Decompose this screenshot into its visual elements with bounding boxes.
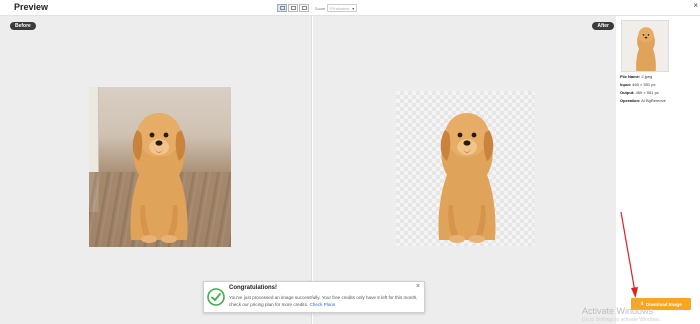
puppy-thumbnail <box>636 27 656 71</box>
preview-header: Preview Zoom Fit window ▾ × <box>0 0 700 16</box>
before-badge: Before <box>10 22 36 30</box>
file-name-row: File Name: 2.jpeg <box>620 73 666 81</box>
toast-close-icon[interactable]: × <box>416 283 420 290</box>
operation-row: Operation: AI BgRemove <box>620 97 666 105</box>
grid-icon <box>279 6 285 10</box>
file-details: File Name: 2.jpeg Input: 469 × 551 px Ou… <box>620 73 666 105</box>
close-icon[interactable]: × <box>693 1 698 10</box>
file-name-label: File Name: <box>620 74 641 79</box>
check-plans-link[interactable]: Check Plans <box>309 302 335 307</box>
input-row: Input: 469 × 551 px <box>620 81 666 89</box>
toast-title: Congratulations! <box>229 285 277 291</box>
zoom-value: Fit window <box>330 6 350 11</box>
zoom-label: Zoom <box>315 5 326 11</box>
original-image <box>89 87 231 247</box>
split-icon <box>290 6 296 10</box>
result-thumbnail[interactable] <box>621 20 669 72</box>
compare-view-button[interactable] <box>299 4 309 12</box>
puppy-cutout <box>438 113 496 243</box>
activate-windows-watermark: Activate Windows <box>582 306 654 316</box>
annotation-arrow <box>620 211 638 298</box>
success-toast: Congratulations! You've just processed a… <box>203 281 425 313</box>
output-value: 469 × 551 px <box>635 90 659 95</box>
puppy-original <box>130 113 188 243</box>
output-row: Output: 469 × 551 px <box>620 89 666 97</box>
zoom-select[interactable]: Fit window ▾ <box>327 4 358 12</box>
operation-label: Operation: <box>620 98 641 103</box>
input-label: Input: <box>620 82 632 87</box>
after-pane: After <box>313 16 616 324</box>
chevron-down-icon: ▾ <box>352 6 355 11</box>
before-pane: Before <box>0 16 312 324</box>
output-label: Output: <box>620 90 635 95</box>
after-badge: After <box>592 22 614 30</box>
toast-message: You've just processed an image successfu… <box>229 294 419 308</box>
operation-value: AI BgRemove <box>641 98 666 103</box>
transparent-background <box>396 91 535 246</box>
activate-windows-subtext: Go to Settings to activate Windows. <box>582 317 661 323</box>
check-circle-icon <box>207 288 225 306</box>
view-mode-group <box>277 4 310 12</box>
page-title: Preview <box>14 2 49 12</box>
grid-view-button[interactable] <box>277 4 287 12</box>
input-value: 469 × 551 px <box>632 82 656 87</box>
compare-icon <box>301 6 307 10</box>
split-view-button[interactable] <box>288 4 298 12</box>
zoom-control: Zoom Fit window ▾ <box>315 4 358 12</box>
file-name-value: 2.jpeg <box>641 74 653 79</box>
